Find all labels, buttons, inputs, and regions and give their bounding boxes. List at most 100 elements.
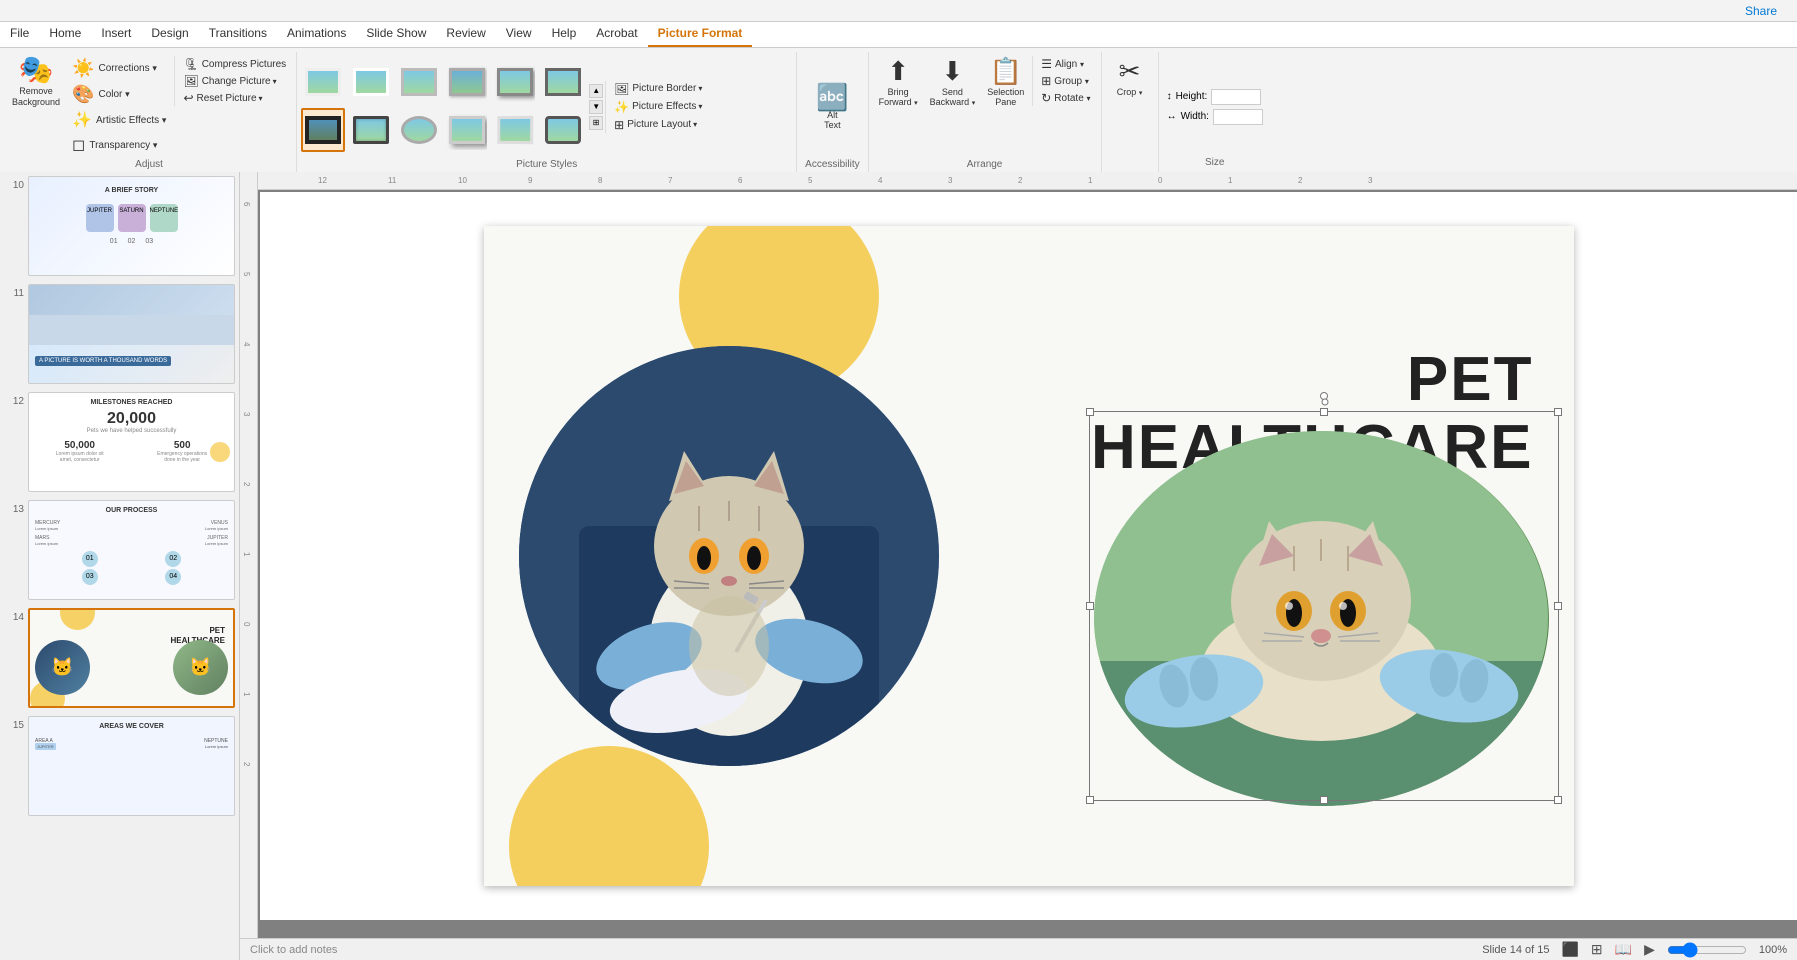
slide-thumb-14[interactable]: PETHEALTHCARE 🐱 🐱 [28, 608, 235, 708]
slide-thumb-13[interactable]: OUR PROCESS MERCURYLorem ipsum VENUSLore… [28, 500, 235, 600]
style-thumb-9[interactable] [397, 108, 441, 152]
slide-number-11: 11 [4, 288, 24, 299]
arrange-small-buttons: ☰ Align ▾ ⊞ Group ▾ ↻ Rotate ▾ [1032, 56, 1094, 106]
style-thumb-7[interactable] [301, 108, 345, 152]
style-thumb-1[interactable] [301, 60, 345, 104]
slide-item-13[interactable]: 13 OUR PROCESS MERCURYLorem ipsum VENUSL… [4, 500, 235, 600]
ruler-left: 6 5 4 3 2 1 0 1 2 [240, 172, 258, 938]
style-thumb-12[interactable] [541, 108, 585, 152]
picture-layout-button[interactable]: ⊞ Picture Layout ▾ [610, 117, 706, 133]
tab-animations[interactable]: Animations [277, 21, 356, 47]
transparency-button[interactable]: ◻ Transparency ▾ [68, 133, 170, 157]
width-input[interactable] [1213, 109, 1263, 125]
compress-pictures-label: Compress Pictures [202, 59, 286, 70]
tab-view[interactable]: View [496, 21, 542, 47]
size-group: ↕ Height: ↔ Width: Size [1159, 52, 1271, 172]
tab-design[interactable]: Design [141, 21, 198, 47]
crop-group: ✂ Crop ▾ [1102, 52, 1159, 172]
bring-forward-button[interactable]: ⬆ BringForward ▾ [875, 54, 922, 109]
group-icon: ⊞ [1041, 74, 1051, 88]
change-picture-button[interactable]: 🖼 Change Picture ▾ [179, 73, 290, 89]
style-thumb-5[interactable] [493, 60, 537, 104]
group-label: Group ▾ [1054, 76, 1089, 87]
tab-review[interactable]: Review [436, 21, 495, 47]
tab-acrobat[interactable]: Acrobat [586, 21, 647, 47]
picture-effects-button[interactable]: ✨ Picture Effects ▾ [610, 99, 706, 115]
slide-item-14[interactable]: 14 PETHEALTHCARE 🐱 🐱 [4, 608, 235, 708]
artistic-effects-button[interactable]: ✨ Artistic Effects ▾ [68, 108, 170, 132]
align-label: Align ▾ [1055, 59, 1084, 70]
selection-handle-br[interactable] [1554, 796, 1562, 804]
alt-text-button[interactable]: 🔤 AltText [812, 82, 852, 132]
style-thumb-2[interactable] [349, 60, 393, 104]
arrange-group-content: ⬆ BringForward ▾ ⬇ SendBackward ▾ 📋 Sele… [875, 54, 1095, 157]
color-button[interactable]: 🎨 Color ▾ [68, 82, 170, 107]
slide-number-15: 15 [4, 720, 24, 731]
style-thumb-10[interactable] [445, 108, 489, 152]
corrections-button[interactable]: ☀️ Corrections ▾ [68, 56, 170, 81]
height-text: Height: [1176, 91, 1208, 102]
cat-circle-right[interactable] [1094, 431, 1549, 806]
height-input[interactable] [1211, 89, 1261, 105]
send-backward-button[interactable]: ⬇ SendBackward ▾ [926, 54, 980, 109]
bring-forward-icon: ⬆ [887, 56, 909, 87]
remove-background-button[interactable]: 🎭 Remove Background [8, 54, 64, 110]
reset-picture-button[interactable]: ↩ Reset Picture ▾ [179, 90, 290, 106]
picture-border-icon: 🖼 [614, 82, 629, 96]
picture-layout-icon: ⊞ [614, 118, 624, 132]
style-thumb-8[interactable] [349, 108, 393, 152]
group-button[interactable]: ⊞ Group ▾ [1037, 73, 1094, 89]
adjust-small-buttons: ☀️ Corrections ▾ 🎨 Color ▾ ✨ Artistic Ef… [68, 56, 170, 157]
align-button[interactable]: ☰ Align ▾ [1037, 56, 1094, 72]
slide-thumb-12[interactable]: MILESTONES REACHED 20,000 Pets we have h… [28, 392, 235, 492]
tab-picture-format[interactable]: Picture Format [648, 21, 753, 47]
picture-border-button[interactable]: 🖼 Picture Border ▾ [610, 81, 706, 97]
main-area: 10 A BRIEF STORY JUPITER SATURN NEPTUNE … [0, 172, 1797, 960]
rotate-button[interactable]: ↻ Rotate ▾ [1037, 90, 1094, 106]
style-scroll-up[interactable]: ▲ [589, 84, 603, 98]
slide13-grid: MERCURYLorem ipsum VENUSLorem ipsum MARS… [29, 516, 234, 551]
selection-handle-mr[interactable] [1554, 602, 1562, 610]
tab-insert[interactable]: Insert [91, 21, 141, 47]
picture-styles-group: ▲ ▼ ⊞ 🖼 Picture Border ▾ ✨ Picture Effec… [297, 52, 797, 172]
style-scroll-more[interactable]: ⊞ [589, 116, 603, 130]
tab-transitions[interactable]: Transitions [199, 21, 277, 47]
title-bar: Share [0, 0, 1797, 22]
style-thumb-3[interactable] [397, 60, 441, 104]
change-picture-icon: 🖼 [183, 74, 198, 88]
canvas-area: 12 11 10 9 8 7 6 5 4 3 2 1 0 1 2 3 6 5 4… [240, 172, 1797, 960]
cat-circle-left-inner [519, 346, 939, 766]
adjust-group-content: 🎭 Remove Background ☀️ Corrections ▾ 🎨 C… [8, 54, 290, 157]
slide-thumb-11[interactable]: A PICTURE IS WORTH A THOUSAND WORDS [28, 284, 235, 384]
slide-number-14: 14 [4, 612, 24, 623]
tab-help[interactable]: Help [542, 21, 587, 47]
tab-home[interactable]: Home [39, 21, 91, 47]
slide-thumb-10[interactable]: A BRIEF STORY JUPITER SATURN NEPTUNE 010… [28, 176, 235, 276]
slide13-numbers: 01 02 03 04 [29, 551, 234, 585]
slide-thumb-15[interactable]: AREAS WE COVER AREA AJUPITER NEPTUNELore… [28, 716, 235, 816]
slide-item-15[interactable]: 15 AREAS WE COVER AREA AJUPITER NEPTUNEL… [4, 716, 235, 816]
slide-item-12[interactable]: 12 MILESTONES REACHED 20,000 Pets we hav… [4, 392, 235, 492]
selection-pane-icon: 📋 [990, 56, 1022, 87]
style-scroll-down[interactable]: ▼ [589, 100, 603, 114]
style-thumb-4[interactable] [445, 60, 489, 104]
selection-handle-bl[interactable] [1086, 796, 1094, 804]
reset-picture-arrow: ▾ [259, 94, 263, 103]
size-group-label: Size [1167, 157, 1263, 168]
adjust-right-buttons: 🗜 Compress Pictures 🖼 Change Picture ▾ ↩… [174, 56, 290, 106]
crop-button[interactable]: ✂ Crop ▾ [1108, 54, 1152, 99]
selection-pane-button[interactable]: 📋 SelectionPane [983, 54, 1028, 109]
share-label[interactable]: Share [1745, 4, 1777, 18]
status-bar: Click to add notes Slide 14 of 15 ⬛ ⊞ 📖 … [240, 938, 1797, 960]
selection-handle-ml[interactable] [1086, 602, 1094, 610]
style-scroll-buttons: ▲ ▼ ⊞ [589, 84, 603, 130]
style-thumb-11[interactable] [493, 108, 537, 152]
compress-pictures-button[interactable]: 🗜 Compress Pictures [179, 56, 290, 72]
slide-item-11[interactable]: 11 A PICTURE IS WORTH A THOUSAND WORDS [4, 284, 235, 384]
slide-item-10[interactable]: 10 A BRIEF STORY JUPITER SATURN NEPTUNE … [4, 176, 235, 276]
style-thumb-6[interactable] [541, 60, 585, 104]
selection-handle-tr[interactable] [1554, 408, 1562, 416]
bring-forward-label: BringForward ▾ [879, 87, 918, 107]
tab-file[interactable]: File [0, 21, 39, 47]
tab-slideshow[interactable]: Slide Show [356, 21, 436, 47]
